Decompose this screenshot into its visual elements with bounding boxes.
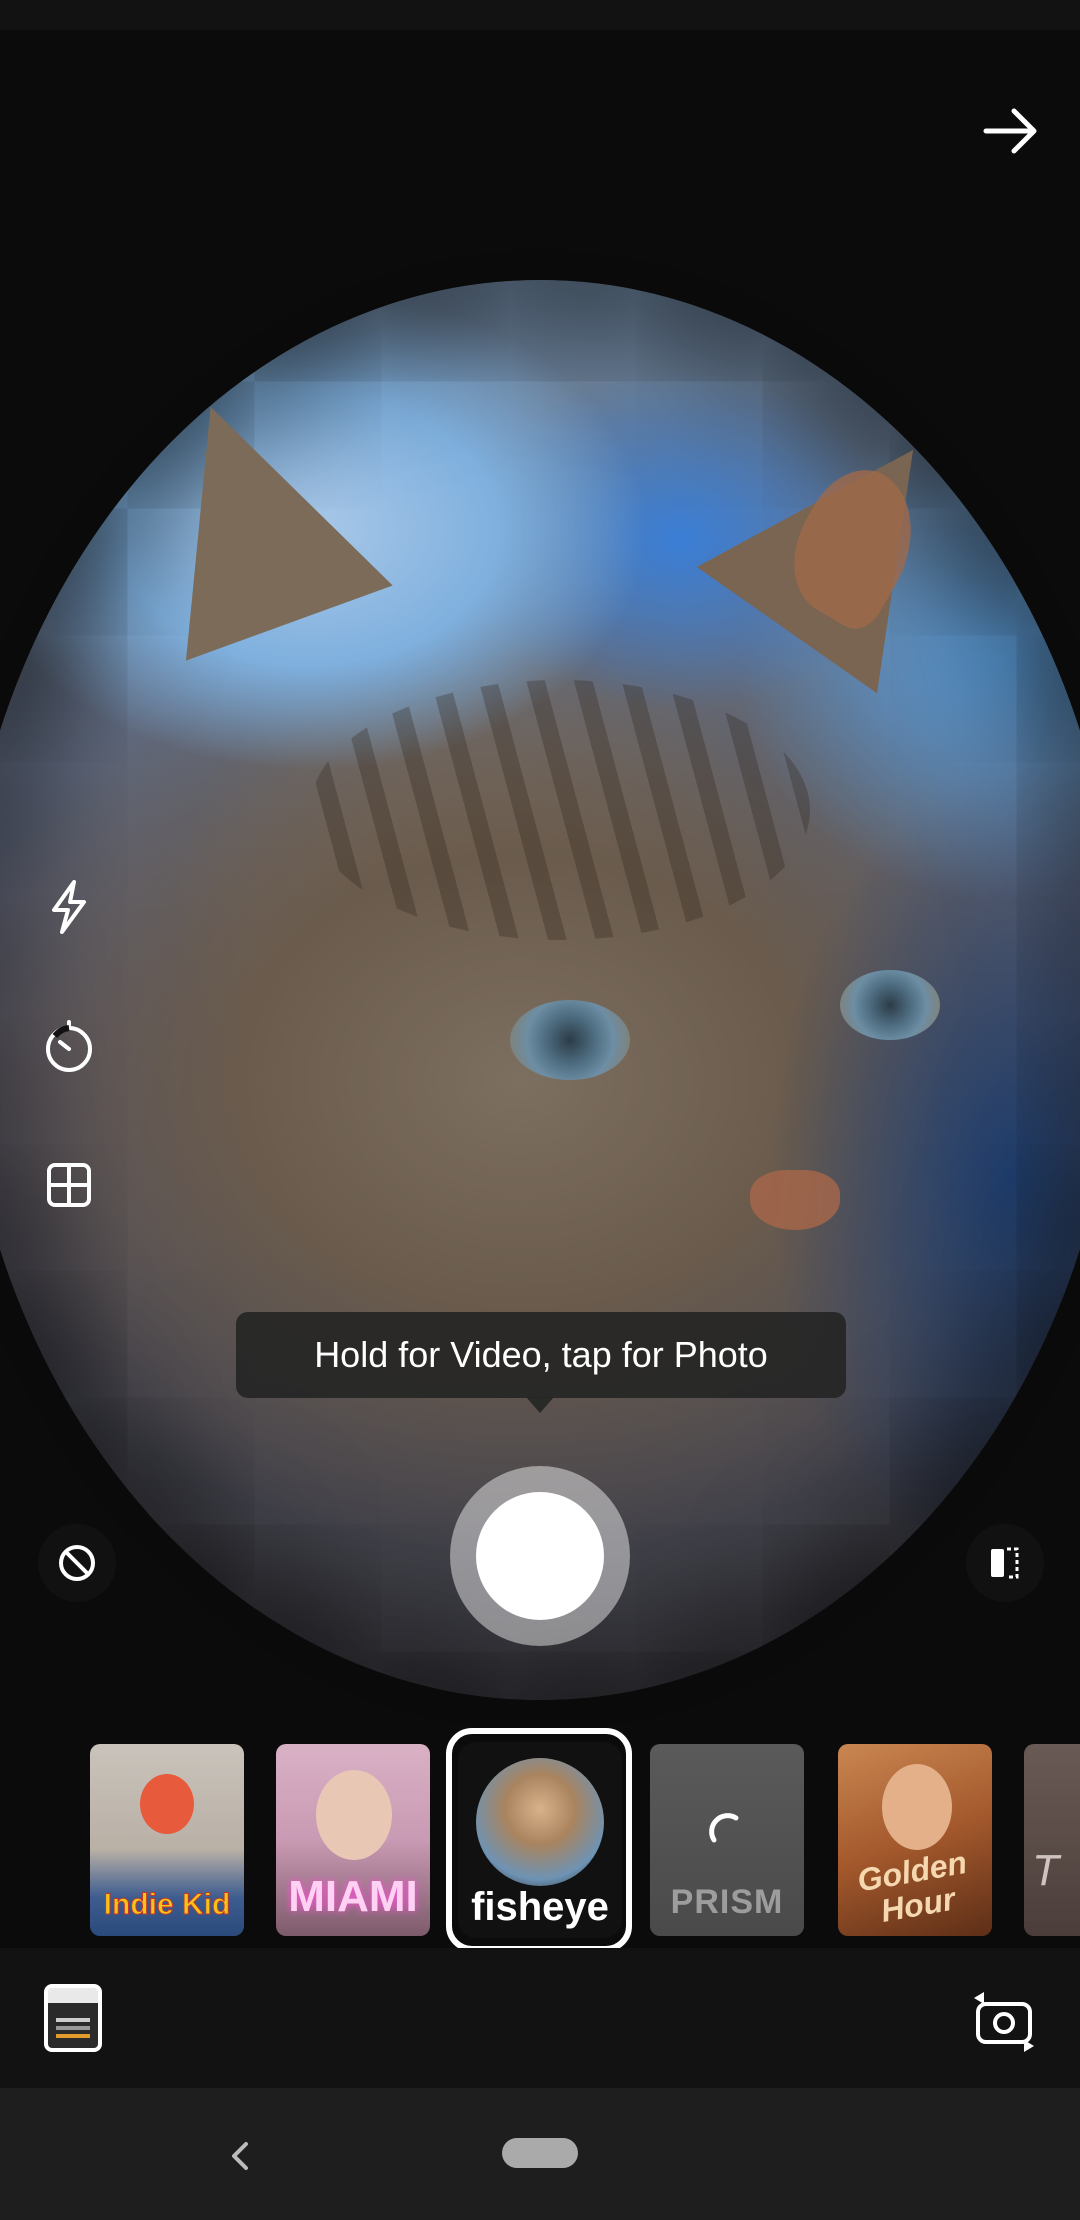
effect-prism[interactable]: PRISM	[650, 1744, 804, 1936]
no-effect-button[interactable]	[38, 1524, 116, 1602]
effect-thumbnail-face	[316, 1770, 392, 1860]
system-navigation-bar	[0, 2088, 1080, 2220]
effect-thumbnail-hair	[140, 1774, 194, 1834]
cat-stripes	[310, 680, 810, 940]
arrow-right-icon[interactable]	[980, 100, 1042, 162]
effect-partial[interactable]: T	[1024, 1744, 1080, 1936]
back-icon[interactable]	[222, 2138, 258, 2174]
effect-label: MIAMI	[288, 1872, 418, 1921]
gallery-thumbnail[interactable]	[44, 1984, 102, 2052]
loading-spinner-icon	[709, 1813, 739, 1843]
camera-viewfinder[interactable]: Hold for Video, tap for Photo Indie Kid …	[0, 30, 1080, 1948]
camera-bottom-bar	[0, 1948, 1080, 2088]
no-effect-icon	[59, 1545, 95, 1581]
effect-label: Indie Kid	[103, 1888, 231, 1922]
shutter-button[interactable]	[476, 1492, 604, 1620]
effect-thumbnail-face	[882, 1764, 952, 1850]
cat-eye-right	[840, 970, 940, 1040]
mirror-button[interactable]	[966, 1524, 1044, 1602]
status-bar	[0, 0, 1080, 30]
timer-icon[interactable]	[38, 1016, 100, 1078]
layout-grid-icon[interactable]	[38, 1154, 100, 1216]
effects-tray: Indie Kid MIAMI fisheye PRISM Golden Hou…	[0, 1728, 1080, 1948]
cat-nose	[750, 1170, 840, 1230]
mirror-icon	[991, 1547, 1019, 1579]
cat-eye-left	[510, 1000, 630, 1080]
flip-camera-icon[interactable]	[968, 1984, 1040, 2056]
home-pill[interactable]	[502, 2138, 578, 2168]
cat-ear-left	[107, 369, 393, 661]
effect-label: PRISM	[670, 1883, 784, 1921]
effect-miami[interactable]: MIAMI	[276, 1744, 430, 1936]
flash-icon[interactable]	[38, 876, 100, 938]
effect-label: Golden Hour	[854, 1843, 970, 1929]
selected-effect-ring	[446, 1728, 632, 1948]
effect-golden-hour[interactable]: Golden Hour	[838, 1744, 992, 1936]
effect-label: T	[1032, 1846, 1059, 1895]
effect-indie-kid[interactable]: Indie Kid	[90, 1744, 244, 1936]
capture-tooltip: Hold for Video, tap for Photo	[236, 1312, 846, 1398]
tooltip-pointer	[526, 1397, 554, 1413]
